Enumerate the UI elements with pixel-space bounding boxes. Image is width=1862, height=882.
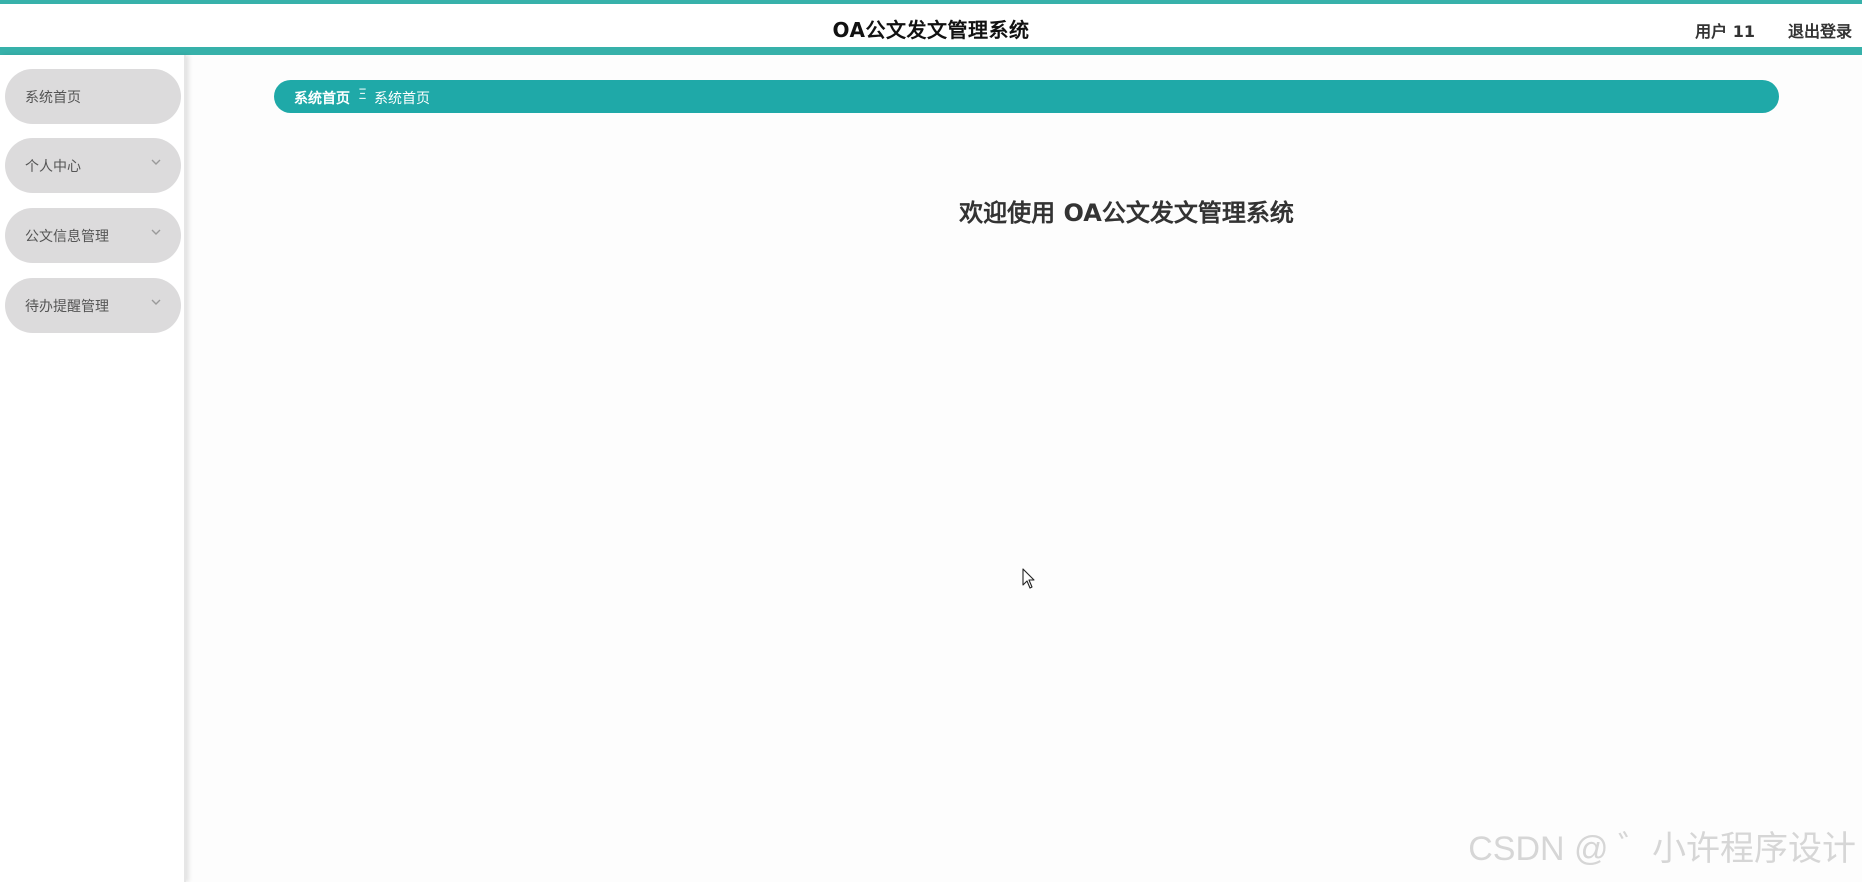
breadcrumb: 系统首页 Ξ 系统首页 [274,80,1779,113]
sidebar-item-label: 待办提醒管理 [25,299,109,315]
sidebar-item-document-management[interactable]: 公文信息管理 [5,208,181,263]
header: OA公文发文管理系统 用户 11 退出登录 [0,4,1862,47]
header-band [0,47,1862,55]
sidebar-item-label: 系统首页 [25,90,81,106]
chevron-down-icon [149,224,163,238]
mouse-cursor-icon [1022,568,1036,590]
page: OA公文发文管理系统 用户 11 退出登录 系统首页 个人中心 公文信息管理 待… [0,0,1862,882]
user-name: 用户 11 [1695,22,1755,41]
sidebar-item-todo-reminder[interactable]: 待办提醒管理 [5,278,181,333]
chevron-down-icon [149,154,163,168]
sidebar-item-label: 公文信息管理 [25,229,109,245]
breadcrumb-current: 系统首页 [374,91,430,107]
sidebar-item-personal-center[interactable]: 个人中心 [5,138,181,193]
app-title: OA公文发文管理系统 [832,18,1030,42]
logout-link[interactable]: 退出登录 [1788,18,1852,42]
welcome-heading: 欢迎使用 OA公文发文管理系统 [959,199,1294,227]
sidebar-item-label: 个人中心 [25,159,81,175]
breadcrumb-home-link[interactable]: 系统首页 [294,88,350,108]
sidebar-item-home[interactable]: 系统首页 [5,69,181,124]
breadcrumb-separator-icon: Ξ [358,87,367,103]
sidebar: 系统首页 个人中心 公文信息管理 待办提醒管理 [0,55,186,882]
chevron-down-icon [149,294,163,308]
watermark: CSDN @ ゛小许程序设计 [1468,830,1856,868]
